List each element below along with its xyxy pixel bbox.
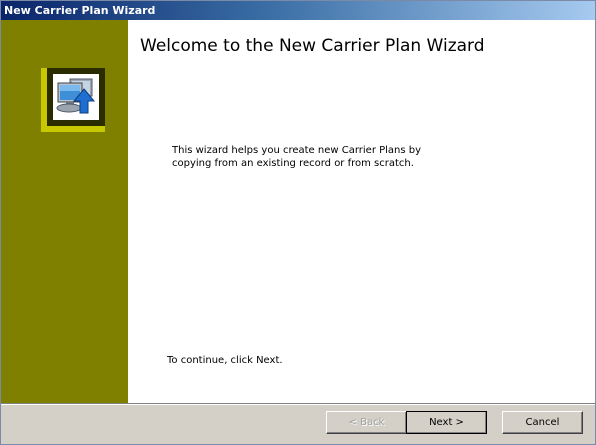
next-button[interactable]: Next > bbox=[406, 411, 487, 434]
page-title: Welcome to the New Carrier Plan Wizard bbox=[140, 36, 485, 56]
wizard-window: New Carrier Plan Wizard Welcome to the N… bbox=[0, 0, 596, 445]
icon-frame bbox=[41, 68, 105, 132]
intro-text: This wizard helps you create new Carrier… bbox=[172, 144, 472, 170]
wizard-sidebar bbox=[1, 20, 128, 403]
intro-line: This wizard helps you create new Carrier… bbox=[172, 145, 422, 156]
wizard-content: Welcome to the New Carrier Plan Wizard T… bbox=[128, 20, 595, 403]
computer-upload-icon bbox=[53, 74, 99, 120]
cancel-button[interactable]: Cancel bbox=[502, 411, 583, 434]
button-bar: < Back Next > Cancel bbox=[1, 405, 595, 444]
title-bar[interactable]: New Carrier Plan Wizard bbox=[1, 1, 595, 20]
window-title: New Carrier Plan Wizard bbox=[4, 4, 156, 17]
continue-instruction: To continue, click Next. bbox=[167, 355, 283, 366]
back-button[interactable]: < Back bbox=[326, 411, 407, 434]
intro-line: copying from an existing record or from … bbox=[172, 158, 414, 169]
icon-frame-inner bbox=[47, 68, 105, 126]
